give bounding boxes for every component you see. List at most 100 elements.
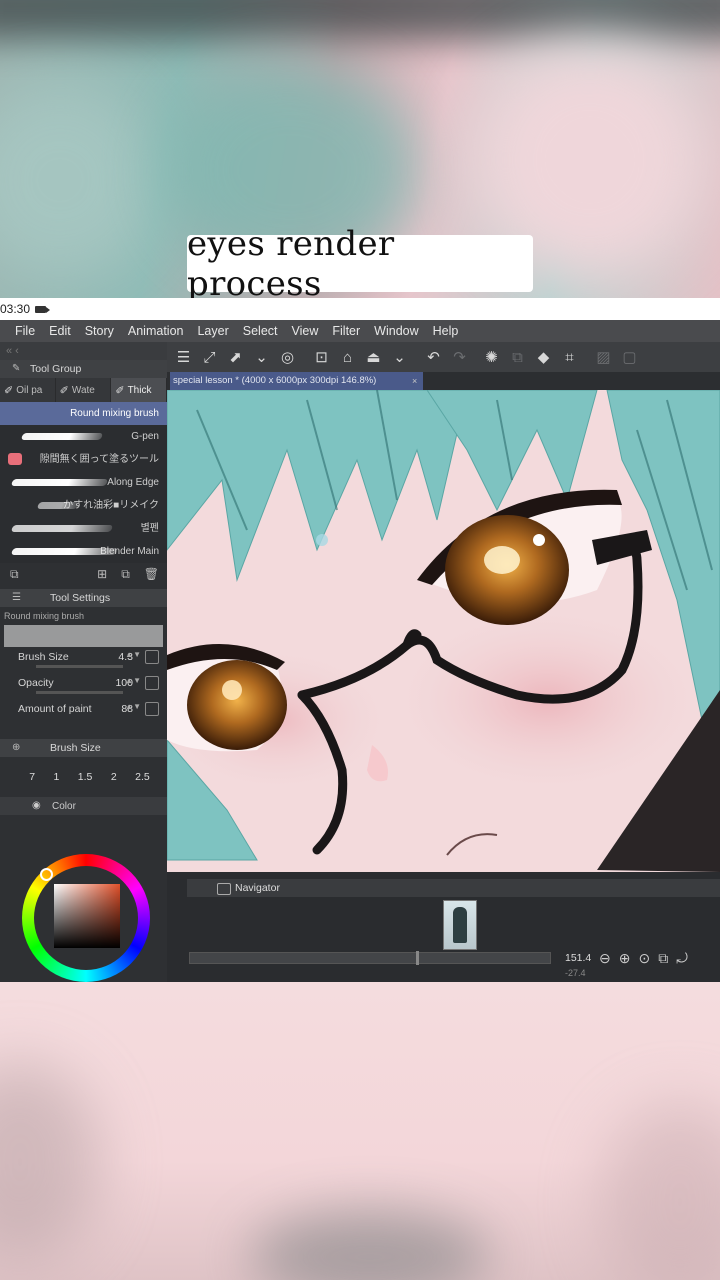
size-preset[interactable]: 2 [111,771,117,783]
opacity-slider[interactable] [36,691,123,694]
brush-size-slider[interactable] [36,665,123,668]
hue-knob[interactable] [40,868,53,881]
brush-item-g-pen[interactable]: G-pen [0,425,167,448]
menu-view[interactable]: View [292,324,319,338]
close-tab-icon[interactable]: × [412,372,417,390]
fill-tool-icon [8,453,22,465]
brush-icon: ✐ [115,384,125,397]
zoom-out-icon[interactable]: ⊖ [599,950,611,967]
tab-water[interactable]: ✐ Wate [56,378,112,402]
color-circle-icon: ◉ [32,800,41,811]
artwork [167,390,720,872]
menu-help[interactable]: Help [433,324,459,338]
navigator-thumbnail[interactable] [443,900,477,950]
layer-icon[interactable]: ⧉ [509,349,526,366]
brush-icon: ✐ [4,384,14,397]
navigator-icon [217,883,231,895]
opacity-setting[interactable]: Opacity 100 ▲▼ [0,673,167,699]
menu-file[interactable]: File [15,324,35,338]
copy-tool-icon[interactable]: ⧉ [10,567,19,582]
transform-icon[interactable]: ⬈ [227,349,244,366]
color-saturation-square[interactable] [54,884,120,948]
command-bar: ☰ ⤢ ⬈ ⌄ ◎ ⊡ ⌂ ⏏ ⌄ ↶ ↷ ✺ ⧉ ◆ ⌗ ▨ ▢ [167,342,720,372]
crop-icon[interactable]: ⌗ [561,349,578,366]
zoom-value: 151.4 [565,952,592,964]
duplicate-tool-icon[interactable]: ⧉ [121,567,130,582]
pressure-icon[interactable] [145,702,159,716]
brush-list: Round mixing brush G-pen 隙間無く囲って塗るツール Al… [0,402,167,585]
drawing-canvas[interactable] [167,390,720,872]
zoom-slider-knob[interactable] [416,951,419,965]
background-bottom [0,982,720,1280]
brush-list-tools: ⧉ ⊞ ⧉ 🗑 [0,563,167,585]
fit-icon[interactable]: ⤢ [201,349,218,366]
brush-size-presets: 7 1 1.5 2 2.5 [0,757,167,797]
clear-icon[interactable]: ▨ [595,349,612,366]
hamburger-icon[interactable]: ☰ [175,349,192,366]
menu-window[interactable]: Window [374,324,418,338]
amount-of-paint-setting[interactable]: Amount of paint 88 ▲▼ [0,699,167,725]
pressure-icon[interactable] [145,676,159,690]
tool-settings-brush-name: Round mixing brush [4,611,85,621]
trash-icon[interactable]: 🗑 [144,567,159,581]
caption-title: eyes render process [187,224,533,304]
zoom-slider[interactable] [189,951,551,965]
document-tab-bar: special lesson * (4000 x 6000px 300dpi 1… [167,372,720,390]
brush-item-fill[interactable]: 隙間無く囲って塗るツール [0,448,167,471]
loading-icon[interactable]: ✺ [483,349,500,366]
lock-icon[interactable] [145,650,159,664]
tool-group-tabs: ✐ Oil pa ✐ Wate ✐ Thick [0,378,168,402]
fit-screen-icon[interactable]: ⊙ [638,950,650,967]
tab-oil[interactable]: ✐ Oil pa [0,378,56,402]
brush-item-oil-remake[interactable]: かすれ油彩■リメイク [0,494,167,517]
menu-edit[interactable]: Edit [49,324,71,338]
stepper-icon[interactable]: ▲▼ [125,650,141,659]
rotate-icon[interactable]: ⤾ [676,950,688,967]
navigator-controls: ⊖ ⊕ ⊙ ⧉ ⤾ [599,950,688,967]
size-preset[interactable]: 2.5 [135,771,150,783]
document-tab[interactable]: special lesson * (4000 x 6000px 300dpi 1… [170,372,423,390]
stepper-icon[interactable]: ▲▼ [125,676,141,685]
menu-animation[interactable]: Animation [128,324,184,338]
color-header: ◉ Color [0,797,167,815]
selection-icon[interactable]: ▢ [621,349,638,366]
tool-group-header: ✎ Tool Group [0,360,167,378]
undo-icon[interactable]: ↶ [425,349,442,366]
brush-item-star-pen[interactable]: 별펜 [0,517,167,540]
open-icon[interactable]: ⌂ [339,349,356,366]
panel-collapse-icon[interactable]: « ‹ [0,342,167,360]
brush-stroke-preview [36,502,80,509]
menu-filter[interactable]: Filter [332,324,360,338]
size-preset[interactable]: 7 [29,771,35,783]
chevron-down-icon[interactable]: ⌄ [391,349,408,366]
brush-item-along-edge[interactable]: Along Edge [0,471,167,494]
zoom-in-icon[interactable]: ⊕ [619,950,631,967]
sliders-icon: ☰ [12,592,21,603]
menu-bar: File Edit Story Animation Layer Select V… [0,320,720,342]
chevron-down-icon[interactable]: ⌄ [253,349,270,366]
record-icon[interactable]: ◎ [279,349,296,366]
add-tool-icon[interactable]: ⊞ [97,567,107,581]
status-bar: 03:30 [0,298,720,320]
brush-icon: ✐ [59,384,69,397]
brush-stroke-preview [10,479,109,486]
brush-size-setting[interactable]: Brush Size 4.3 ▲▼ [0,647,167,673]
stepper-icon[interactable]: ▲▼ [125,702,141,711]
brush-item-round-mixing[interactable]: Round mixing brush [0,402,167,425]
brush-item-blender-main[interactable]: Blender Main [0,540,167,563]
flip-icon[interactable]: ⧉ [658,950,668,967]
redo-icon[interactable]: ↷ [451,349,468,366]
brush-stroke-preview [10,548,119,555]
size-preset[interactable]: 1 [54,771,60,783]
menu-select[interactable]: Select [243,324,278,338]
menu-story[interactable]: Story [85,324,114,338]
new-icon[interactable]: ⊡ [313,349,330,366]
color-wheel[interactable] [22,854,150,982]
fill-icon[interactable]: ◆ [535,349,552,366]
save-icon[interactable]: ⏏ [365,349,382,366]
menu-layer[interactable]: Layer [197,324,228,338]
tab-thick[interactable]: ✐ Thick [111,378,168,402]
size-preset[interactable]: 1.5 [78,771,93,783]
rotation-row: -27.4 [189,968,719,978]
tool-settings-header: ☰ Tool Settings [0,589,167,607]
